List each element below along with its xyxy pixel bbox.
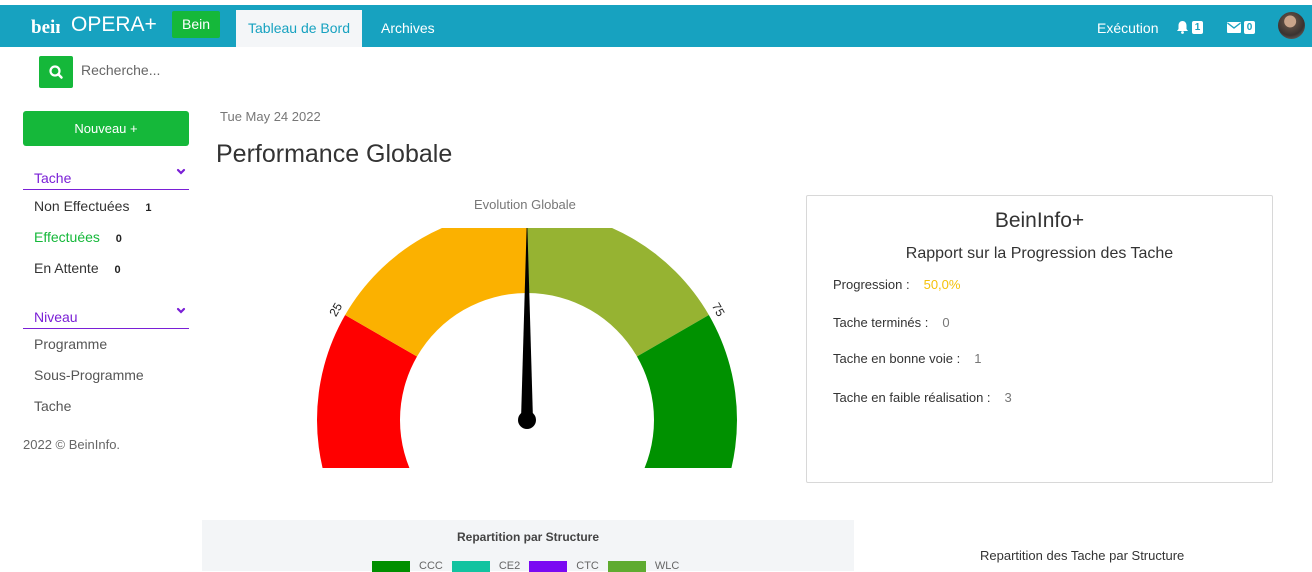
search-button[interactable] (39, 56, 73, 88)
envelope-icon (1227, 21, 1241, 33)
tache-termines-row: Tache terminés : 0 (833, 315, 950, 330)
bell-icon (1177, 21, 1188, 34)
legend-item-wlc[interactable]: WLC (607, 560, 680, 572)
count-badge: 1 (145, 202, 152, 214)
messages-button[interactable]: 0 (1227, 19, 1255, 35)
count-badge: 0 (114, 264, 121, 276)
structure-chart-panel: Repartition par Structure CCC CE2 CTC WL… (202, 520, 854, 572)
brand-name[interactable]: OPERA+ (71, 13, 157, 37)
niveau-section-label: Niveau (34, 309, 78, 325)
notifications-count: 1 (1192, 20, 1203, 34)
page-title: Performance Globale (216, 140, 453, 168)
sidebar-item-tache[interactable]: Tache (34, 398, 71, 414)
legend-item-ctc[interactable]: CTC (529, 560, 599, 572)
legend-label: CTC (576, 560, 599, 572)
legend-swatch (372, 560, 410, 572)
info-card-title: BeinInfo+ (994, 209, 1085, 232)
bein-badge[interactable]: Bein (172, 11, 220, 38)
sidebar-item-sous-programme[interactable]: Sous-Programme (34, 367, 144, 383)
sidebar-item-label: Non Effectuées (34, 198, 130, 214)
chevron-down-icon (176, 307, 186, 314)
sidebar-item-en-attente[interactable]: En Attente 0 (34, 260, 121, 276)
top-navbar: bein OPERA+ Bein Tableau de Bord Archive… (0, 5, 1312, 47)
row-value: 3 (1004, 390, 1012, 405)
row-value: 1 (974, 351, 982, 366)
sidebar-item-programme[interactable]: Programme (34, 336, 107, 352)
gauge-needle-hub (518, 411, 536, 429)
execution-menu[interactable]: Exécution (1097, 10, 1158, 46)
structure-chart-title: Repartition par Structure (456, 530, 600, 544)
new-button[interactable]: Nouveau + (23, 111, 189, 146)
progression-value: 50,0% (923, 277, 961, 292)
info-card: BeinInfo+ Rapport sur la Progression des… (806, 195, 1273, 483)
progression-row: Progression : 50,0% (833, 277, 960, 292)
legend-label: CE2 (498, 560, 521, 572)
count-badge: 0 (115, 233, 122, 245)
row-label: Tache en bonne voie : (833, 351, 961, 366)
chevron-down-icon (176, 168, 186, 175)
notifications-button[interactable]: 1 (1176, 19, 1203, 35)
legend-item-ce2[interactable]: CE2 (451, 560, 521, 572)
gauge-tick-label: 25 (326, 300, 345, 319)
sidebar-item-label: En Attente (34, 260, 99, 276)
row-label: Tache terminés : (833, 315, 929, 330)
sidebar-item-label: Effectuées (34, 229, 100, 245)
gauge-chart: 0255075100 (317, 228, 737, 468)
search-icon (49, 65, 63, 79)
footer-copyright: 2022 © BeinInfo. (23, 437, 121, 452)
legend-label: CCC (419, 560, 443, 572)
tab-archives[interactable]: Archives (381, 10, 435, 47)
tache-section-header[interactable]: Tache (23, 163, 189, 190)
current-date: Tue May 24 2022 (220, 109, 321, 124)
structure-distribution-title: Repartition des Tache par Structure (980, 548, 1185, 563)
tache-faible-row: Tache en faible réalisation : 3 (833, 390, 1012, 405)
legend-swatch (529, 560, 568, 572)
user-avatar[interactable] (1278, 12, 1305, 39)
tache-bonne-voie-row: Tache en bonne voie : 1 (833, 351, 981, 366)
structure-legend: CCC CE2 CTC WLC (372, 560, 688, 572)
tache-section-label: Tache (34, 170, 72, 186)
legend-swatch (451, 560, 490, 572)
row-label: Progression : (833, 277, 910, 292)
gauge-title: Evolution Globale (474, 197, 576, 212)
row-value: 0 (942, 315, 950, 330)
legend-item-ccc[interactable]: CCC (372, 560, 443, 572)
legend-swatch (607, 560, 646, 572)
tab-tableau-de-bord[interactable]: Tableau de Bord (236, 10, 362, 47)
info-card-subtitle: Rapport sur la Progression des Tache (905, 245, 1174, 262)
svg-text:bein: bein (31, 17, 60, 38)
sidebar-item-effectuees[interactable]: Effectuées 0 (34, 229, 122, 245)
sidebar-item-non-effectuees[interactable]: Non Effectuées 1 (34, 198, 152, 214)
legend-label: WLC (654, 560, 680, 572)
bein-logo-icon[interactable]: bein (30, 14, 60, 38)
messages-count: 0 (1244, 20, 1255, 34)
row-label: Tache en faible réalisation : (833, 390, 991, 405)
search-input[interactable]: Recherche... (81, 62, 160, 78)
niveau-section-header[interactable]: Niveau (23, 302, 189, 329)
gauge-tick-label: 75 (709, 300, 728, 319)
